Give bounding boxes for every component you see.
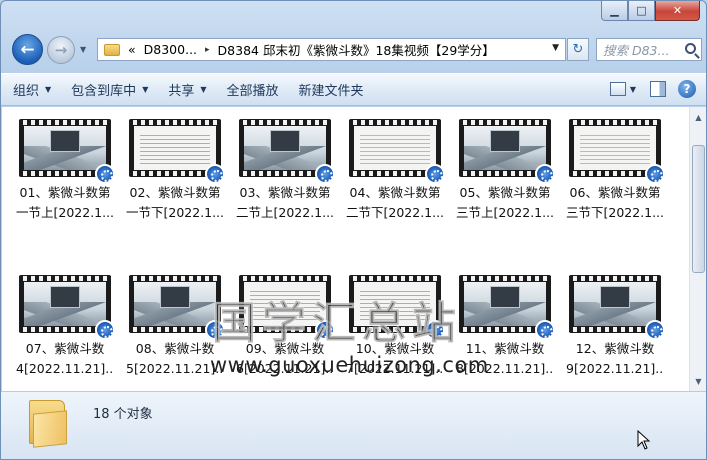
forward-button[interactable]: → [47, 36, 75, 64]
details-pane: 18 个对象 [1, 391, 706, 459]
media-player-icon [315, 164, 335, 184]
chevron-down-icon: ▼ [142, 85, 149, 94]
media-player-icon [645, 164, 665, 184]
video-thumbnail[interactable] [16, 119, 115, 184]
maximize-button[interactable]: □ [628, 1, 655, 21]
video-thumbnail[interactable] [16, 275, 115, 340]
command-bar: 组织 ▼ 包含到库中 ▼ 共享 ▼ 全部播放 新建文件夹 ▼ ? [1, 73, 706, 106]
file-item[interactable]: 03、紫微斗数第 二节上[2022.1... [236, 119, 335, 223]
chevron-down-icon: ▼ [200, 85, 207, 94]
view-options-chevron-icon[interactable]: ▼ [630, 85, 636, 94]
organize-menu[interactable]: 组织 ▼ [13, 80, 51, 99]
include-in-library-label: 包含到库中 [71, 84, 137, 99]
new-folder-button[interactable]: 新建文件夹 [299, 80, 364, 99]
scroll-thumb[interactable] [692, 145, 705, 273]
back-arrow-icon: ← [20, 39, 35, 60]
preview-pane-icon[interactable] [650, 81, 666, 97]
file-item[interactable]: 06、紫微斗数第 三节下[2022.1... [566, 119, 665, 223]
forward-arrow-icon: → [54, 41, 68, 59]
caption-buttons: ▁ □ ✕ [601, 1, 700, 21]
play-all-label: 全部播放 [226, 84, 279, 99]
explorer-window: ▁ □ ✕ ← → ▼ « D8300... ▸ D8384 邱末初《紫微斗数》… [0, 0, 707, 460]
search-input[interactable]: 搜索 D83... [596, 38, 702, 61]
video-thumbnail[interactable] [126, 119, 225, 184]
refresh-button[interactable]: ↻ [567, 38, 589, 61]
media-player-icon [645, 320, 665, 340]
address-bar[interactable]: « D8300... ▸ D8384 邱末初《紫微斗数》18集视频【29学分】 … [97, 38, 566, 61]
help-icon[interactable]: ? [678, 80, 696, 98]
file-name-line2: 4[2022.11.21].... [16, 361, 114, 376]
video-thumbnail[interactable] [566, 275, 665, 340]
file-name-line2: 二节下[2022.1... [346, 205, 444, 220]
breadcrumb-overflow[interactable]: « [128, 42, 136, 57]
item-count: 18 个对象 [93, 407, 153, 422]
folder-large-icon [27, 398, 67, 448]
share-menu[interactable]: 共享 ▼ [168, 80, 206, 99]
change-view-icon[interactable] [609, 82, 626, 96]
file-item[interactable]: 12、紫微斗数 9[2022.11.21].... [566, 275, 665, 379]
file-item[interactable]: 07、紫微斗数 4[2022.11.21].... [16, 275, 115, 379]
chevron-down-icon: ▼ [45, 85, 52, 94]
vertical-scrollbar[interactable]: ▲ ▼ [689, 107, 706, 391]
file-name-line2: 三节上[2022.1... [456, 205, 554, 220]
recent-pages-dropdown[interactable]: ▼ [80, 45, 86, 54]
video-thumbnail[interactable] [566, 119, 665, 184]
include-in-library-menu[interactable]: 包含到库中 ▼ [71, 80, 148, 99]
address-dropdown-icon[interactable]: ▼ [552, 43, 559, 53]
file-name-line2: 一节上[2022.1... [16, 205, 114, 220]
file-name-line1: 03、紫微斗数第 [239, 185, 331, 200]
media-player-icon [535, 164, 555, 184]
play-all-button[interactable]: 全部播放 [227, 80, 279, 99]
file-name-line1: 02、紫微斗数第 [129, 185, 221, 200]
file-name-line1: 01、紫微斗数第 [19, 185, 111, 200]
breadcrumb-parent[interactable]: D8300... [144, 42, 197, 57]
file-item[interactable]: 04、紫微斗数第 二节下[2022.1... [346, 119, 445, 223]
file-name-line2: 9[2022.11.21].... [566, 361, 664, 376]
file-item[interactable]: 05、紫微斗数第 三节上[2022.1... [456, 119, 555, 223]
video-thumbnail[interactable] [346, 119, 445, 184]
scroll-up-button[interactable]: ▲ [691, 109, 706, 125]
back-button[interactable]: ← [12, 34, 43, 65]
video-thumbnail[interactable] [236, 119, 335, 184]
view-controls: ▼ ? [609, 80, 696, 98]
file-name-line1: 12、紫微斗数 [575, 341, 655, 356]
breadcrumb-current[interactable]: D8384 邱末初《紫微斗数》18集视频【29学分】 [218, 40, 495, 59]
media-player-icon [425, 164, 445, 184]
minimize-button[interactable]: ▁ [601, 1, 628, 21]
file-name-line2: 一节下[2022.1... [126, 205, 224, 220]
file-item[interactable]: 02、紫微斗数第 一节下[2022.1... [126, 119, 225, 223]
breadcrumb-separator-icon[interactable]: ▸ [205, 45, 210, 55]
file-name-line1: 07、紫微斗数 [25, 341, 105, 356]
navigation-bar: ← → ▼ « D8300... ▸ D8384 邱末初《紫微斗数》18集视频【… [1, 31, 706, 69]
media-player-icon [95, 164, 115, 184]
media-player-icon [95, 320, 115, 340]
file-list-pane[interactable]: 01、紫微斗数第 一节上[2022.1... 02、紫微斗数第 一节下[2022.1.… [2, 107, 706, 391]
file-name-line2: 二节上[2022.1... [236, 205, 334, 220]
video-thumbnail[interactable] [456, 275, 555, 340]
file-name-line2: 三节下[2022.1... [566, 205, 664, 220]
file-name-line1: 05、紫微斗数第 [459, 185, 551, 200]
video-thumbnail[interactable] [456, 119, 555, 184]
new-folder-label: 新建文件夹 [298, 84, 364, 99]
watermark-url: www.guoxuehuizong.com [210, 353, 489, 377]
file-item[interactable]: 01、紫微斗数第 一节上[2022.1... [16, 119, 115, 223]
media-player-icon [205, 164, 225, 184]
media-player-icon [535, 320, 555, 340]
video-thumbnail[interactable] [126, 275, 225, 340]
file-name-line1: 04、紫微斗数第 [349, 185, 441, 200]
refresh-icon: ↻ [572, 42, 584, 57]
file-name-line1: 06、紫微斗数第 [569, 185, 661, 200]
search-icon[interactable] [685, 43, 696, 54]
close-button[interactable]: ✕ [655, 1, 700, 21]
share-label: 共享 [168, 84, 195, 99]
scroll-down-button[interactable]: ▼ [691, 373, 706, 389]
folder-icon [104, 43, 120, 56]
organize-label: 组织 [13, 84, 40, 99]
search-placeholder: 搜索 D83... [603, 43, 670, 58]
watermark-title: 国学汇总站 [212, 298, 462, 350]
